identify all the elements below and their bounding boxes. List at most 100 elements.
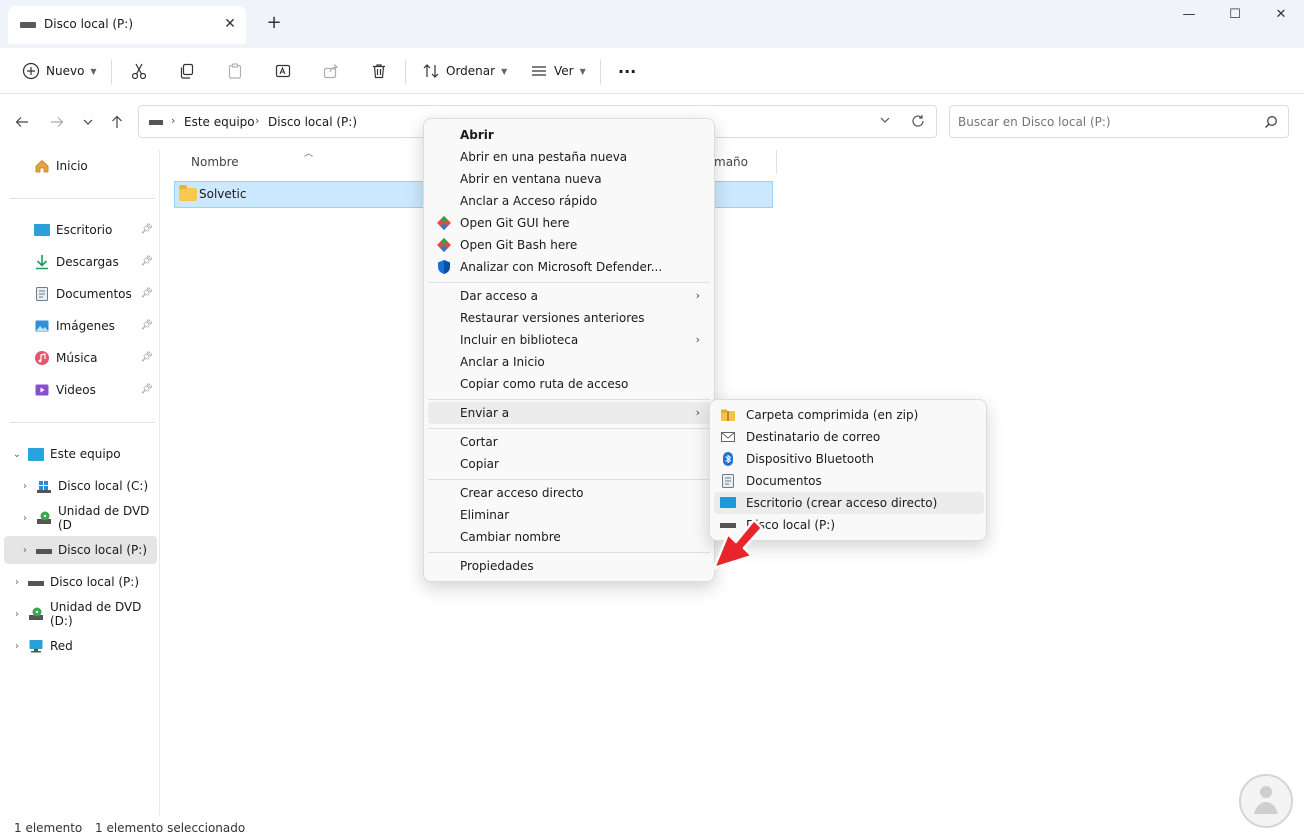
breadcrumb-disco-local[interactable]: Disco local (P:) <box>268 115 357 129</box>
menu-item-anclar-acceso-rapido[interactable]: Anclar a Acceso rápido <box>428 190 710 212</box>
view-button[interactable]: Ver ▼ <box>522 54 594 88</box>
column-header-size[interactable]: maño <box>714 155 748 169</box>
search-box[interactable] <box>949 105 1289 138</box>
sidebar-item-imagenes[interactable]: Imágenes 📌︎ <box>4 312 157 340</box>
recent-locations-button[interactable] <box>76 110 100 134</box>
minimize-button[interactable]: — <box>1166 0 1212 32</box>
submenu-item-escritorio[interactable]: Escritorio (crear acceso directo) <box>714 492 984 514</box>
new-button[interactable]: Nuevo ▼ <box>14 54 105 88</box>
chevron-down-icon: ▼ <box>579 66 586 76</box>
submenu-item-documentos[interactable]: Documentos <box>714 470 984 492</box>
chevron-right-icon[interactable]: › <box>10 577 24 588</box>
menu-item-anclar-inicio[interactable]: Anclar a Inicio <box>428 351 710 373</box>
menu-item-enviar-a[interactable]: Enviar a › <box>428 402 710 424</box>
menu-divider <box>428 399 710 400</box>
pin-icon: 📌︎ <box>140 288 153 299</box>
menu-item-abrir-pestana[interactable]: Abrir en una pestaña nueva <box>428 146 710 168</box>
sidebar-item-videos[interactable]: Videos 📌︎ <box>4 376 157 404</box>
git-gui-icon <box>437 216 451 230</box>
toolbar-divider <box>111 60 112 84</box>
sidebar-item-disco-local-c[interactable]: › Disco local (C:) <box>4 472 157 500</box>
menu-item-cambiar-nombre[interactable]: Cambiar nombre <box>428 526 710 548</box>
plus-circle-icon <box>22 62 40 80</box>
submenu-item-label: Documentos <box>746 474 822 488</box>
sidebar-item-documentos[interactable]: Documentos 📌︎ <box>4 280 157 308</box>
menu-item-dar-acceso[interactable]: Dar acceso a › <box>428 285 710 307</box>
menu-item-eliminar[interactable]: Eliminar <box>428 504 710 526</box>
menu-item-abrir-ventana[interactable]: Abrir en ventana nueva <box>428 168 710 190</box>
chevron-right-icon[interactable]: › <box>18 513 32 524</box>
windows-drive-icon <box>37 481 51 493</box>
menu-item-label: Open Git Bash here <box>460 238 578 252</box>
chevron-right-icon[interactable]: › <box>10 609 24 620</box>
delete-button[interactable] <box>362 54 396 88</box>
chevron-right-icon[interactable]: › <box>18 481 32 492</box>
sidebar-divider <box>10 198 155 199</box>
new-tab-button[interactable]: + <box>262 12 286 36</box>
sidebar-item-inicio[interactable]: Inicio <box>4 152 157 180</box>
list-view-icon <box>532 66 546 76</box>
breadcrumb-separator: › <box>255 114 260 127</box>
tab-close-button[interactable]: ✕ <box>220 14 240 34</box>
sort-button[interactable]: Ordenar ▼ <box>414 54 515 88</box>
column-header-name[interactable]: Nombre <box>191 155 239 169</box>
menu-item-incluir-biblioteca[interactable]: Incluir en biblioteca › <box>428 329 710 351</box>
refresh-button[interactable] <box>911 114 925 131</box>
sidebar-item-unidad-dvd[interactable]: › Unidad de DVD (D <box>4 504 157 532</box>
copy-button[interactable] <box>170 54 204 88</box>
submenu-item-mail[interactable]: Destinatario de correo <box>714 426 984 448</box>
menu-item-propiedades[interactable]: Propiedades <box>428 555 710 577</box>
tab-disco-local[interactable]: Disco local (P:) ✕ <box>8 6 246 44</box>
arrow-left-icon <box>15 117 28 127</box>
menu-item-crear-acceso-directo[interactable]: Crear acceso directo <box>428 482 710 504</box>
menu-item-restaurar-versiones[interactable]: Restaurar versiones anteriores <box>428 307 710 329</box>
menu-item-label: Dar acceso a <box>460 289 539 303</box>
submenu-item-zip[interactable]: Carpeta comprimida (en zip) <box>714 404 984 426</box>
sidebar-item-label: Inicio <box>56 159 88 173</box>
menu-item-git-bash[interactable]: Open Git Bash here <box>428 234 710 256</box>
menu-item-abrir[interactable]: Abrir <box>428 124 710 146</box>
cut-button[interactable] <box>122 54 156 88</box>
column-divider[interactable] <box>776 150 777 174</box>
sidebar-item-musica[interactable]: Música 📌︎ <box>4 344 157 372</box>
toolbar-divider <box>600 60 601 84</box>
home-icon <box>35 159 49 173</box>
share-button[interactable] <box>314 54 348 88</box>
paste-button[interactable] <box>218 54 252 88</box>
sidebar-item-descargas[interactable]: Descargas 📌︎ <box>4 248 157 276</box>
chevron-down-icon[interactable]: ⌄ <box>10 449 24 460</box>
sidebar-item-unidad-dvd-d[interactable]: › Unidad de DVD (D:) <box>4 600 157 628</box>
forward-button[interactable] <box>45 110 69 134</box>
sidebar-item-label: Disco local (P:) <box>58 543 147 557</box>
rename-button[interactable] <box>266 54 300 88</box>
menu-item-defender[interactable]: Analizar con Microsoft Defender... <box>428 256 710 278</box>
sidebar-item-disco-local-p[interactable]: › Disco local (P:) <box>4 568 157 596</box>
breadcrumb-este-equipo[interactable]: Este equipo <box>184 115 255 129</box>
chevron-right-icon[interactable]: › <box>18 545 32 556</box>
sidebar-item-escritorio[interactable]: Escritorio 📌︎ <box>4 216 157 244</box>
chevron-right-icon: › <box>695 333 700 346</box>
menu-item-copiar-ruta[interactable]: Copiar como ruta de acceso <box>428 373 710 395</box>
sidebar-item-este-equipo[interactable]: ⌄ Este equipo <box>4 440 157 468</box>
up-button[interactable] <box>105 110 129 134</box>
maximize-button[interactable]: ☐ <box>1212 0 1258 32</box>
pin-icon: 📌︎ <box>140 320 153 331</box>
chevron-right-icon: › <box>695 289 700 302</box>
git-bash-icon <box>437 238 451 252</box>
sidebar-item-disco-local-p-selected[interactable]: › Disco local (P:) <box>4 536 157 564</box>
address-history-button[interactable] <box>879 114 891 129</box>
chevron-right-icon[interactable]: › <box>10 641 24 652</box>
more-options-button[interactable]: ··· <box>610 54 644 88</box>
back-button[interactable] <box>10 110 34 134</box>
close-button[interactable]: ✕ <box>1258 0 1304 32</box>
menu-item-cortar[interactable]: Cortar <box>428 431 710 453</box>
search-input[interactable] <box>958 113 1248 131</box>
menu-item-git-gui[interactable]: Open Git GUI here <box>428 212 710 234</box>
submenu-item-bluetooth[interactable]: Dispositivo Bluetooth <box>714 448 984 470</box>
menu-item-copiar[interactable]: Copiar <box>428 453 710 475</box>
chevron-down-icon <box>880 117 890 123</box>
pane-divider[interactable] <box>159 150 160 815</box>
sidebar-item-red[interactable]: › Red <box>4 632 157 660</box>
sidebar-item-label: Música <box>56 351 98 365</box>
sidebar-item-label: Red <box>50 639 73 653</box>
